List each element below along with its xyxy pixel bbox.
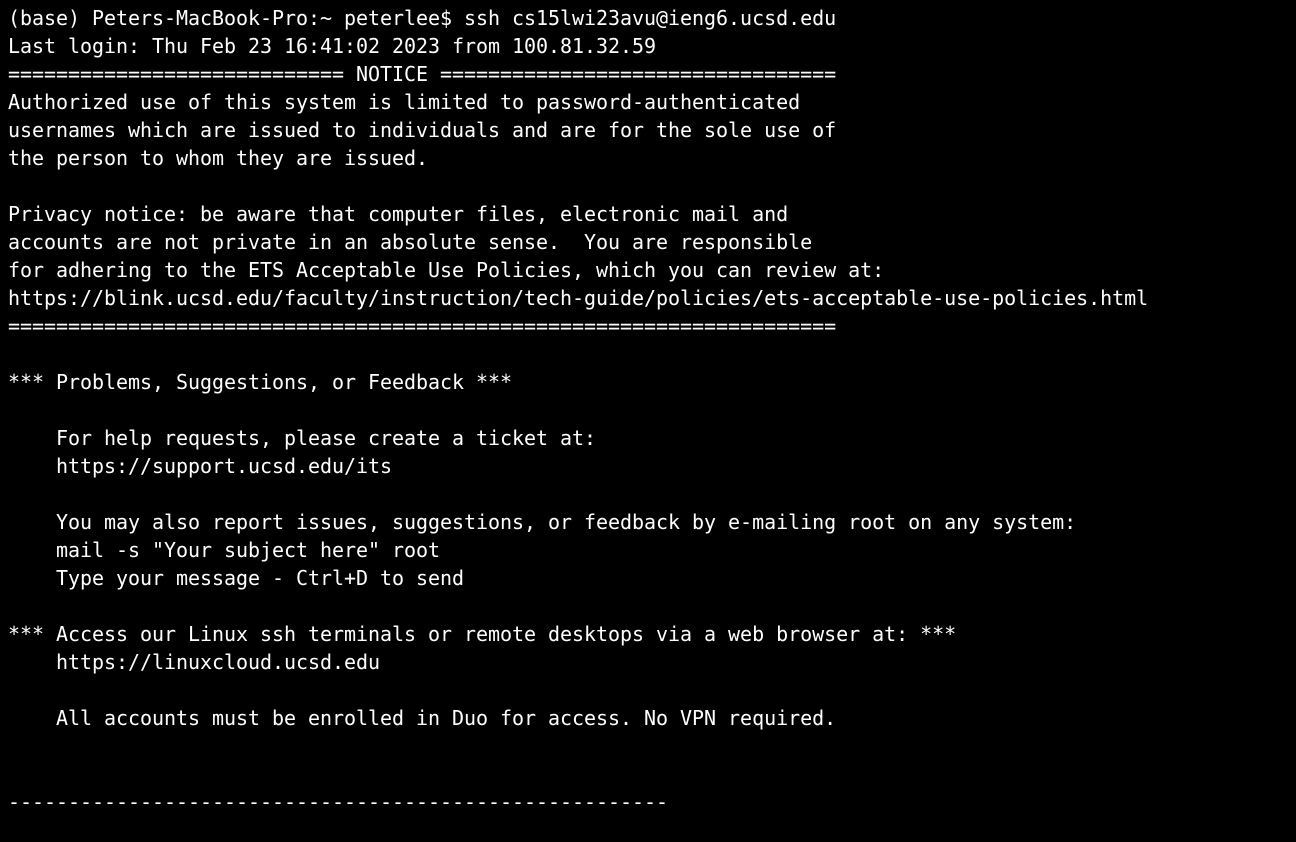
terminal-line: Authorized use of this system is limited…: [8, 90, 801, 114]
terminal-line: https://blink.ucsd.edu/faculty/instructi…: [8, 286, 1149, 310]
terminal-line: https://support.ucsd.edu/its: [8, 454, 393, 478]
terminal-line: ----------------------------------------…: [8, 790, 669, 814]
terminal-line: All accounts must be enrolled in Duo for…: [8, 706, 837, 730]
terminal-line: the person to whom they are issued.: [8, 146, 429, 170]
terminal-line: You may also report issues, suggestions,…: [8, 510, 1077, 534]
terminal-line: for adhering to the ETS Acceptable Use P…: [8, 258, 885, 282]
terminal-line: https://linuxcloud.ucsd.edu: [8, 650, 381, 674]
terminal-line: Last login: Thu Feb 23 16:41:02 2023 fro…: [8, 34, 657, 58]
terminal-line: ============================ NOTICE ====…: [8, 62, 837, 86]
terminal-line: *** Access our Linux ssh terminals or re…: [8, 622, 957, 646]
terminal-line: mail -s "Your subject here" root: [8, 538, 441, 562]
terminal-line: For help requests, please create a ticke…: [8, 426, 597, 450]
terminal-line: ========================================…: [8, 314, 837, 338]
terminal-line: Privacy notice: be aware that computer f…: [8, 202, 789, 226]
terminal-line: Type your message - Ctrl+D to send: [8, 566, 465, 590]
terminal-line: *** Problems, Suggestions, or Feedback *…: [8, 370, 513, 394]
terminal-line: accounts are not private in an absolute …: [8, 230, 813, 254]
terminal-line: usernames which are issued to individual…: [8, 118, 837, 142]
terminal-line: (base) Peters-MacBook-Pro:~ peterlee$ ss…: [8, 6, 837, 30]
terminal-output[interactable]: (base) Peters-MacBook-Pro:~ peterlee$ ss…: [8, 4, 1288, 838]
